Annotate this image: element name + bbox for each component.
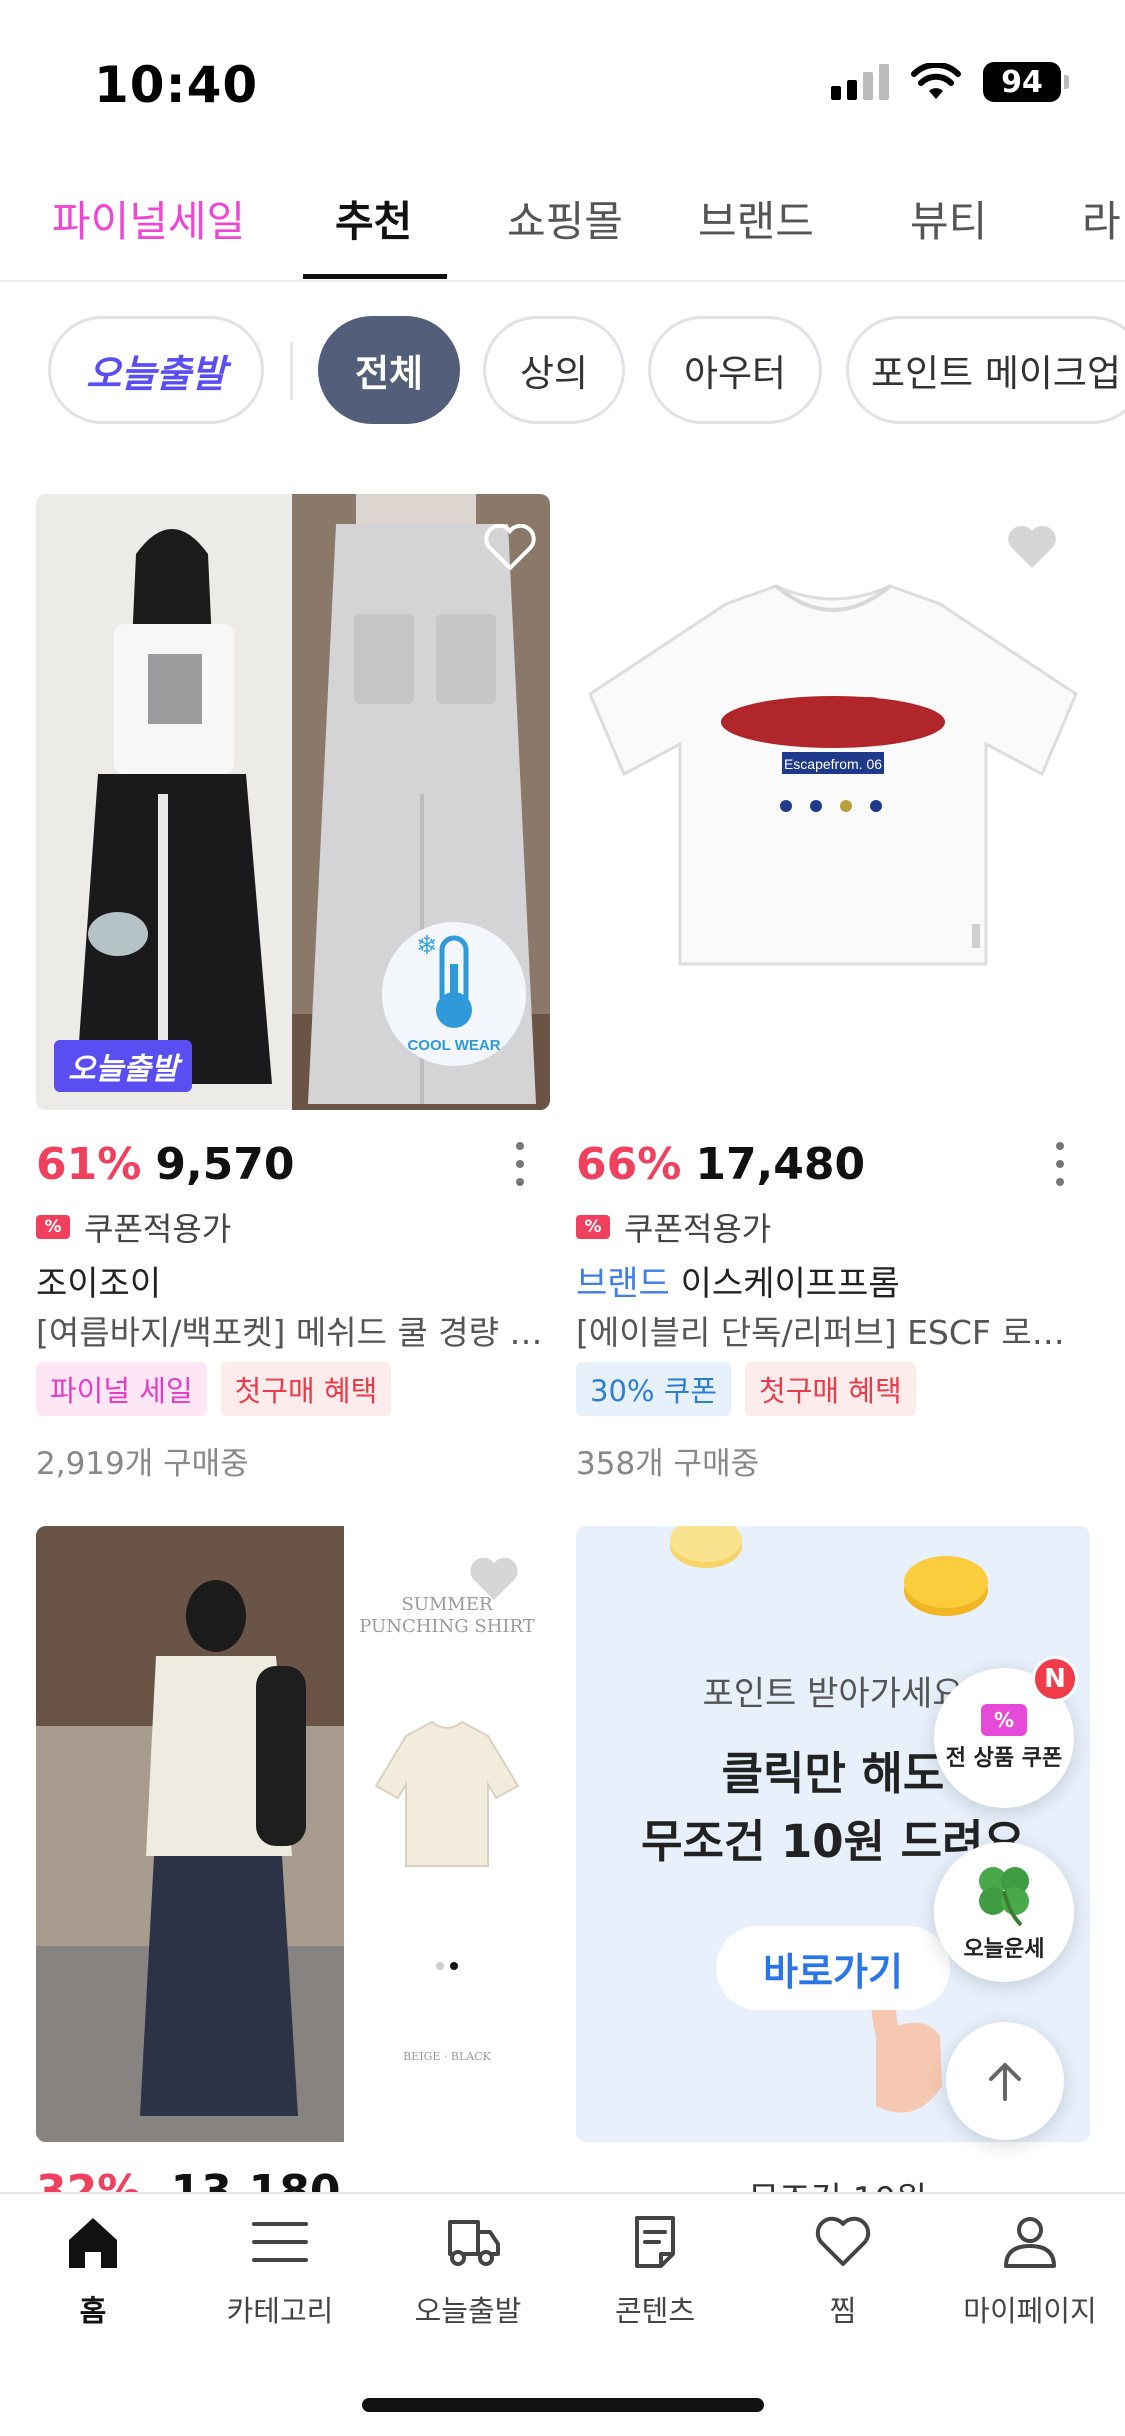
svg-text:❄: ❄ [416, 931, 438, 961]
price: 17,480 [695, 1138, 866, 1190]
menu-icon [252, 2222, 308, 2262]
tab-more-cutoff[interactable]: 라 [1082, 188, 1121, 249]
nav-category-label: 카테고리 [226, 2294, 334, 2328]
product-photo: esf Escapefrom. 06 [588, 584, 1078, 966]
shop-name-text: 이스케이프프롬 [680, 1264, 900, 1304]
home-icon [69, 2218, 117, 2268]
nav-wishlist[interactable]: 찜 [753, 2214, 933, 2330]
product-tags: 파이널 세일 첫구매 혜택 [36, 1362, 392, 1416]
buyer-count: 358개 구매중 [576, 1446, 760, 1482]
tshirt-print-text: Escapefrom. 06 [784, 756, 882, 772]
nav-contents[interactable]: 콘텐츠 [565, 2214, 745, 2330]
today-fortune-button[interactable]: 오늘운세 [934, 1842, 1074, 1982]
more-options-icon[interactable] [1056, 1142, 1066, 1186]
tag-first-purchase: 첫구매 혜택 [745, 1362, 916, 1416]
truck-icon [448, 2220, 500, 2266]
nav-home-label: 홈 [79, 2294, 107, 2328]
tag-first-purchase: 첫구매 혜택 [220, 1362, 392, 1416]
nav-today-departure-label: 오늘출발 [414, 2294, 522, 2328]
price-row: 61% 9,570 [36, 1136, 550, 1192]
go-button[interactable]: 바로가기 [716, 1926, 950, 2010]
nav-contents-label: 콘텐츠 [614, 2294, 696, 2328]
active-tab-indicator [303, 274, 447, 279]
fortune-fab-label: 오늘운세 [963, 1937, 1045, 1962]
chip-tops[interactable]: 상의 [483, 316, 625, 424]
top-category-tabs: 파이널세일 추천 쇼핑몰 브랜드 뷰티 라 [0, 160, 1125, 282]
cellular-signal-icon [831, 64, 889, 100]
tab-beauty[interactable]: 뷰티 [910, 188, 987, 249]
wishlist-heart-icon[interactable] [1006, 524, 1058, 570]
chip-point-makeup[interactable]: 포인트 메이크업 [846, 316, 1125, 424]
detail-title-2: PUNCHING SHIRT [359, 1616, 535, 1637]
document-icon [635, 2216, 675, 2268]
discount-rate: 66% [576, 1138, 682, 1190]
cool-wear-text: COOL WEAR [407, 1037, 500, 1054]
wifi-icon [911, 63, 961, 99]
detail-colors: BEIGE · BLACK [403, 2050, 492, 2063]
more-options-icon[interactable] [516, 1142, 526, 1186]
wishlist-heart-icon[interactable] [468, 1556, 520, 1602]
coupon-icon: % [981, 1704, 1027, 1736]
nav-home[interactable]: 홈 [3, 2214, 183, 2330]
person-icon [1004, 2217, 1056, 2268]
status-bar: 10:40 94 [0, 0, 1125, 150]
home-indicator [362, 2398, 764, 2412]
chip-all[interactable]: 전체 [318, 316, 460, 424]
price-row: 66% 17,480 [576, 1136, 1090, 1192]
nav-wishlist-label: 찜 [829, 2294, 857, 2328]
coupon-price-label: % 쿠폰적용가 [36, 1204, 231, 1250]
product-photo: SUMMER PUNCHING SHIRT BEIGE · BLACK [36, 1526, 550, 2142]
coupon-text: 쿠폰적용가 [84, 1210, 232, 1248]
product-photo: ❄ COOL WEAR [36, 494, 550, 1110]
product-title[interactable]: [여름바지/백포켓] 메쉬드 쿨 경량 밴딩 와이드 팬츠 [36, 1306, 550, 1354]
product-image[interactable]: esf Escapefrom. 06 [576, 494, 1090, 1110]
all-products-coupon-button[interactable]: % 전 상품 쿠폰 N [934, 1656, 1078, 1808]
tag-final-sale: 파이널 세일 [36, 1362, 207, 1416]
battery-icon: 94 [983, 62, 1069, 102]
tab-recommended[interactable]: 추천 [335, 188, 412, 249]
chip-today-departure[interactable]: 오늘출발 [48, 316, 264, 424]
clover-icon [979, 1867, 1029, 1927]
arrow-up-icon [989, 2063, 1021, 2101]
coupon-price-label: % 쿠폰적용가 [576, 1204, 771, 1250]
coupon-icon: % [576, 1215, 610, 1239]
tab-brand[interactable]: 브랜드 [698, 188, 814, 249]
nav-today-departure[interactable]: 오늘출발 [378, 2214, 558, 2330]
tab-final-sale[interactable]: 파이널세일 [52, 188, 245, 249]
status-time: 10:40 [94, 56, 259, 114]
tab-shopping-mall[interactable]: 쇼핑몰 [507, 188, 623, 249]
nav-category[interactable]: 카테고리 [190, 2214, 370, 2330]
product-tags: 30% 쿠폰 첫구매 혜택 [576, 1362, 916, 1416]
buyer-count: 2,919개 구매중 [36, 1446, 249, 1482]
product-image[interactable]: ❄ COOL WEAR 오늘출발 [36, 494, 550, 1110]
nav-mypage[interactable]: 마이페이지 [940, 2214, 1120, 2330]
product-image[interactable]: SUMMER PUNCHING SHIRT BEIGE · BLACK [36, 1526, 550, 2142]
wishlist-heart-icon[interactable] [484, 524, 536, 570]
chip-outer[interactable]: 아우터 [648, 316, 822, 424]
tshirt-logo: esf [796, 689, 878, 743]
discount-rate: 61% [36, 1138, 142, 1190]
nav-mypage-label: 마이페이지 [963, 2294, 1097, 2328]
coupon-text: 쿠폰적용가 [624, 1210, 772, 1248]
tag-coupon: 30% 쿠폰 [576, 1362, 732, 1416]
brand-label: 브랜드 [576, 1264, 670, 1304]
product-title[interactable]: [에이블리 단독/리퍼브] ESCF 로고 반팔 티셔츠 [576, 1306, 1090, 1354]
scroll-to-top-button[interactable] [946, 2022, 1064, 2140]
new-badge: N [1032, 1656, 1078, 1702]
shop-name[interactable]: 조이조이 [36, 1256, 161, 1305]
chip-divider [290, 342, 293, 400]
shop-name[interactable]: 브랜드 이스케이프프롬 [576, 1256, 900, 1305]
status-icons: 94 [831, 62, 1069, 102]
heart-icon [815, 2216, 871, 2266]
today-departure-badge: 오늘출발 [54, 1040, 193, 1092]
coupon-fab-label: 전 상품 쿠폰 [945, 1746, 1063, 1771]
price: 9,570 [155, 1138, 295, 1190]
coupon-icon: % [36, 1215, 70, 1239]
filter-chips: 오늘출발 전체 상의 아우터 포인트 메이크업 [0, 316, 1125, 426]
